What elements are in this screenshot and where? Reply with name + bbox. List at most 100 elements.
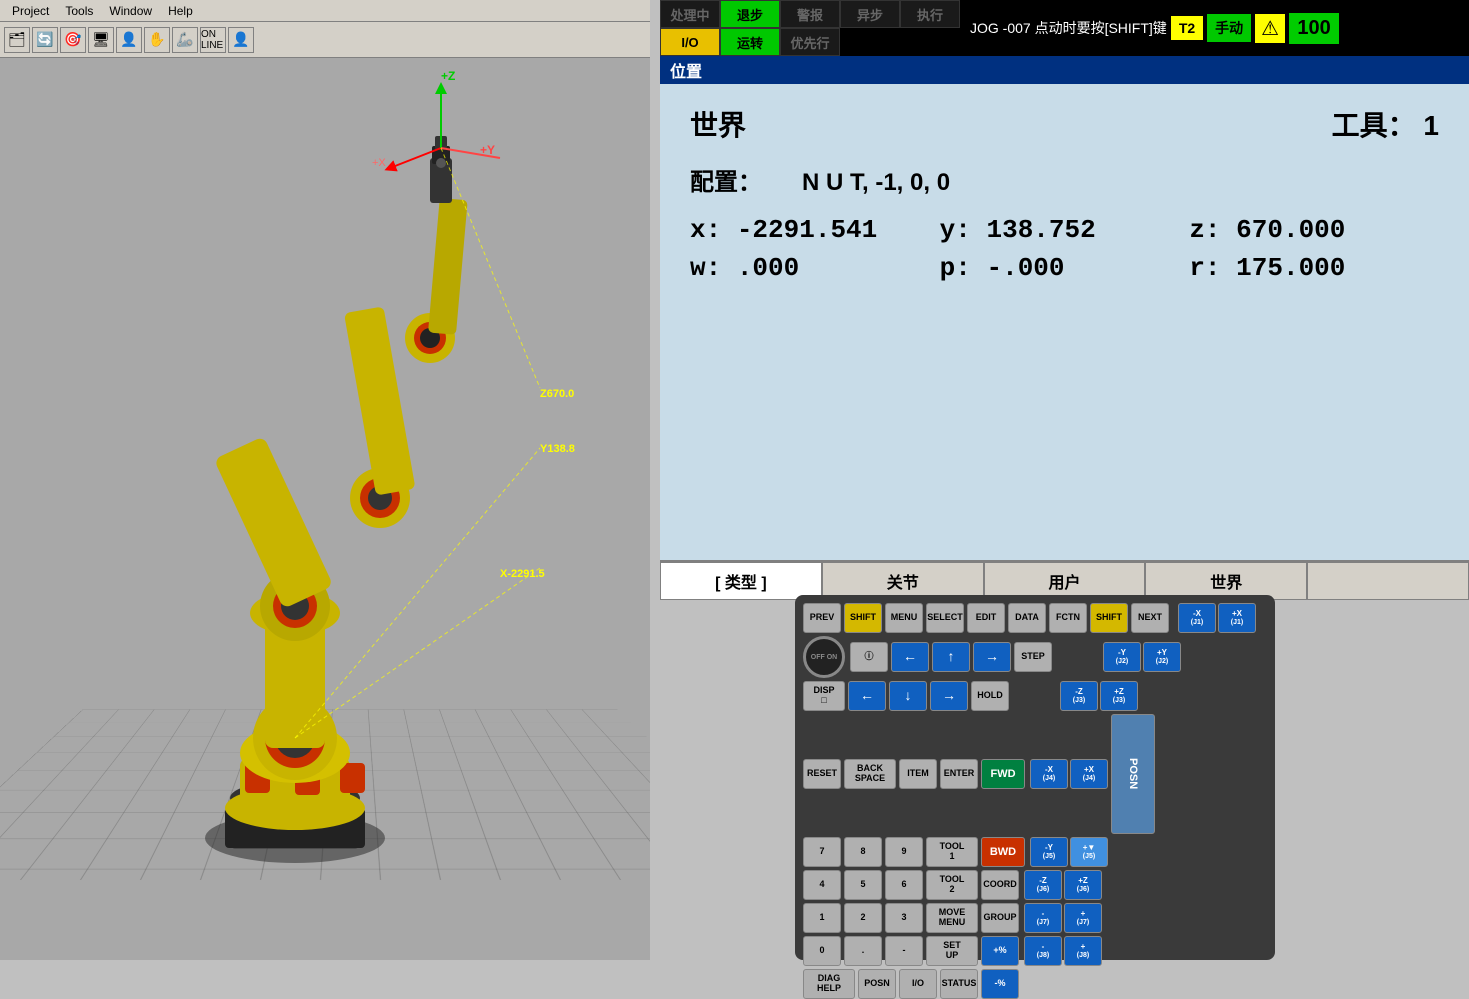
btn-6[interactable]: 6 [885, 870, 923, 900]
btn-bwd[interactable]: BWD [981, 837, 1025, 867]
btn-minus[interactable]: - [885, 936, 923, 966]
status-processing: 处理中 [660, 0, 720, 28]
btn-io[interactable]: I/O [899, 969, 937, 999]
btn-shift-left[interactable]: SHIFT [844, 603, 882, 633]
toolbar-icon-online[interactable]: ON LINE [200, 27, 226, 53]
jog-message-text: JOG -007 点动时要按[SHIFT]键 [970, 18, 1167, 38]
btn-shift-right[interactable]: SHIFT [1090, 603, 1128, 633]
btn-diag-help[interactable]: DIAGHELP [803, 969, 855, 999]
btn-select[interactable]: SELECT [926, 603, 964, 633]
menu-help[interactable]: Help [160, 2, 201, 20]
tab-type[interactable]: [ 类型 ] [660, 562, 822, 600]
posn-button[interactable]: POSN [1111, 714, 1155, 834]
percentage-display: 100 [1289, 13, 1339, 44]
tool-label: 工具： 1 [1332, 104, 1439, 144]
btn-prev[interactable]: PREV [803, 603, 841, 633]
btn-7[interactable]: 7 [803, 837, 841, 867]
t2-badge: T2 [1171, 16, 1203, 40]
btn-fwd[interactable]: FWD [981, 759, 1025, 789]
toolbar-icon-3[interactable]: 🎯 [60, 27, 86, 53]
menu-project[interactable]: Project [4, 2, 57, 20]
btn-status[interactable]: STATUS [940, 969, 978, 999]
btn-8[interactable]: 8 [844, 837, 882, 867]
btn-4[interactable]: 4 [803, 870, 841, 900]
btn-arrow-up[interactable]: ↑ [932, 642, 970, 672]
btn-step[interactable]: STEP [1014, 642, 1052, 672]
toolbar-icon-9[interactable]: 👤 [228, 27, 254, 53]
btn-data[interactable]: DATA [1008, 603, 1046, 633]
btn-minus-y-j2[interactable]: -Y(J2) [1103, 642, 1141, 672]
pendant-row-6: 4 5 6 TOOL2 COORD -Z(J6) +Z(J6) [803, 870, 1267, 900]
btn-plus-j7[interactable]: +(J7) [1064, 903, 1102, 933]
btn-0[interactable]: 0 [803, 936, 841, 966]
btn-minus-z-j3[interactable]: -Z(J3) [1060, 681, 1098, 711]
btn-arrow-left-1[interactable]: ← [891, 642, 929, 672]
btn-plus-z-j6[interactable]: +Z(J6) [1064, 870, 1102, 900]
btn-2[interactable]: 2 [844, 903, 882, 933]
btn-menu[interactable]: MENU [885, 603, 923, 633]
btn-arrow-down[interactable]: ↓ [889, 681, 927, 711]
toolbar-icon-4[interactable]: 🖥 [88, 27, 114, 53]
btn-coord[interactable]: COORD [981, 870, 1019, 900]
btn-minus-j7[interactable]: -(J7) [1024, 903, 1062, 933]
btn-arrow-right-2[interactable]: → [930, 681, 968, 711]
pendant-row-5: 7 8 9 TOOL1 BWD -Y(J5) +▼(J5) [803, 837, 1267, 867]
btn-1[interactable]: 1 [803, 903, 841, 933]
btn-backspace[interactable]: BACKSPACE [844, 759, 896, 789]
btn-3[interactable]: 3 [885, 903, 923, 933]
toolbar-icon-7[interactable]: 🦾 [172, 27, 198, 53]
robot-arm-svg: +Y +Z +X [0, 58, 650, 928]
btn-plus-z-j3[interactable]: +Z(J3) [1100, 681, 1138, 711]
btn-minus-y-j5[interactable]: -Y(J5) [1030, 837, 1068, 867]
btn-plus-percent[interactable]: +% [981, 936, 1019, 966]
btn-plus-y-j2[interactable]: +Y(J2) [1143, 642, 1181, 672]
btn-minus-percent[interactable]: -% [981, 969, 1019, 999]
btn-minus-j8[interactable]: -(J8) [1024, 936, 1062, 966]
btn-plus-j8[interactable]: +(J8) [1064, 936, 1102, 966]
btn-minus-x-j4[interactable]: -X(J4) [1030, 759, 1068, 789]
btn-arrow-left-2[interactable]: ← [848, 681, 886, 711]
btn-enter[interactable]: ENTER [940, 759, 978, 789]
toolbar-icon-6[interactable]: ✋ [144, 27, 170, 53]
btn-plus-y-j5[interactable]: +▼(J5) [1070, 837, 1108, 867]
btn-arrow-right-1[interactable]: → [973, 642, 1011, 672]
btn-move-menu[interactable]: MOVEMENU [926, 903, 978, 933]
btn-dot[interactable]: . [844, 936, 882, 966]
status-async: 异步 [840, 0, 900, 28]
status-exec: 执行 [900, 0, 960, 28]
btn-5[interactable]: 5 [844, 870, 882, 900]
btn-item[interactable]: ITEM [899, 759, 937, 789]
btn-9[interactable]: 9 [885, 837, 923, 867]
btn-plus-x-j1[interactable]: +X(J1) [1218, 603, 1256, 633]
toolbar-icon-2[interactable]: 🔄 [32, 27, 58, 53]
btn-tool2[interactable]: TOOL2 [926, 870, 978, 900]
btn-minus-z-j6[interactable]: -Z(J6) [1024, 870, 1062, 900]
btn-fctn[interactable]: FCTN [1049, 603, 1087, 633]
btn-edit[interactable]: EDIT [967, 603, 1005, 633]
config-label: 配置： [690, 162, 762, 197]
status-running: 运转 [720, 28, 780, 56]
toolbar-icon-5[interactable]: 👤 [116, 27, 142, 53]
btn-minus-x-j1[interactable]: -X(J1) [1178, 603, 1216, 633]
pendant-row-1: PREV SHIFT MENU SELECT EDIT DATA FCTN SH… [803, 603, 1267, 633]
btn-plus-x-j4[interactable]: +X(J4) [1070, 759, 1108, 789]
off-on-switch[interactable]: OFF ON [803, 636, 845, 678]
status-grid: 处理中 退步 警报 异步 执行 I/O 运转 优先行 [660, 0, 960, 56]
menu-window[interactable]: Window [101, 2, 160, 20]
btn-info[interactable]: ⓘ [850, 642, 888, 672]
btn-posn[interactable]: POSN [858, 969, 896, 999]
toolbar-icon-1[interactable]: 🗂 [4, 27, 30, 53]
position-values: x: -2291.541 y: 138.752 z: 670.000 w: .0… [690, 215, 1439, 283]
pendant-row-7: 1 2 3 MOVEMENU GROUP -(J7) +(J7) [803, 903, 1267, 933]
btn-tool1[interactable]: TOOL1 [926, 837, 978, 867]
btn-setup[interactable]: SETUP [926, 936, 978, 966]
btn-group[interactable]: GROUP [981, 903, 1019, 933]
world-label: 世界 [690, 104, 890, 144]
menu-tools[interactable]: Tools [57, 2, 101, 20]
btn-reset[interactable]: RESET [803, 759, 841, 789]
config-row: 配置： N U T, -1, 0, 0 [690, 162, 1439, 197]
btn-next[interactable]: NEXT [1131, 603, 1169, 633]
btn-hold[interactable]: HOLD [971, 681, 1009, 711]
pendant-row-8: 0 . - SETUP +% -(J8) +(J8) [803, 936, 1267, 966]
btn-disp[interactable]: DISP□ [803, 681, 845, 711]
